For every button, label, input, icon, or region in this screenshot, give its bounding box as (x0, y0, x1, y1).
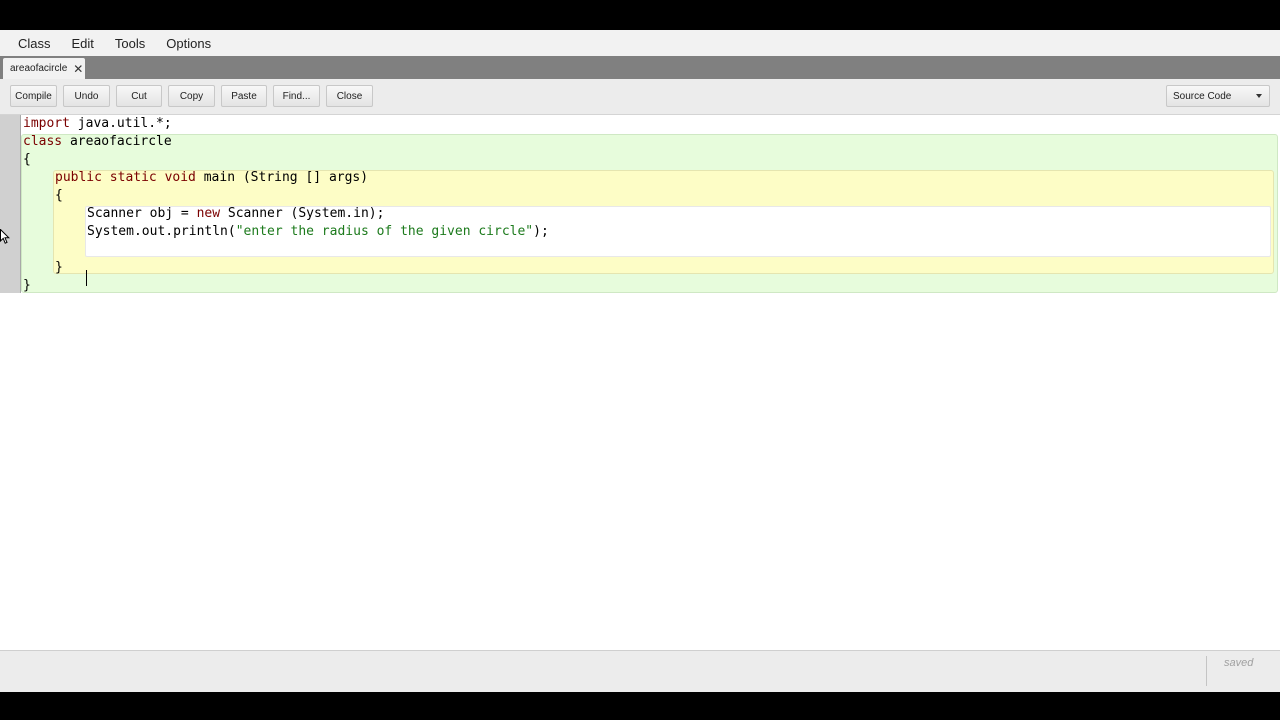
code-text: Scanner (System.in); (220, 206, 385, 221)
close-button[interactable]: Close (326, 85, 373, 107)
keyword: new (196, 206, 221, 221)
mouse-pointer-icon (0, 229, 10, 244)
keyword: class (23, 134, 63, 149)
find-button[interactable]: Find... (273, 85, 320, 107)
paste-button[interactable]: Paste (221, 85, 267, 107)
code-line-3: { (23, 152, 31, 167)
menu-bar: Class Edit Tools Options (0, 30, 1280, 56)
code-line-2: class areaofacircle (23, 133, 172, 151)
dropdown-caret-icon (1256, 94, 1262, 98)
text-caret (86, 270, 87, 286)
menu-edit[interactable]: Edit (72, 36, 94, 51)
view-mode-value: Source Code (1173, 90, 1232, 102)
close-icon[interactable]: ✕ (73, 63, 83, 75)
code-text: ); (533, 224, 549, 239)
toolbar: Compile Undo Cut Copy Paste Find... Clos… (0, 79, 1280, 115)
status-divider (1206, 656, 1207, 686)
editor-window: Class Edit Tools Options areaofacircle ✕… (0, 30, 1280, 692)
undo-button[interactable]: Undo (63, 85, 110, 107)
code-line-7: System.out.println("enter the radius of … (87, 223, 549, 241)
menu-class[interactable]: Class (18, 36, 51, 51)
code-text: java.util.*; (69, 116, 172, 131)
status-bar: saved (0, 650, 1280, 692)
string-literal: "enter the radius of the given circle" (235, 224, 534, 239)
save-status: saved (1224, 657, 1254, 669)
tab-strip: areaofacircle ✕ (0, 56, 1280, 79)
compile-button[interactable]: Compile (10, 85, 57, 107)
code-line-4: public static void main (String [] args) (55, 169, 368, 187)
tab-areaofacircle[interactable]: areaofacircle ✕ (3, 58, 85, 79)
code-text: Scanner obj = (87, 206, 197, 221)
code-line-9: } (55, 260, 63, 275)
editor-gutter[interactable] (0, 115, 21, 293)
code-text: main (String [] args) (195, 170, 369, 185)
keyword: import (23, 116, 70, 131)
copy-button[interactable]: Copy (168, 85, 215, 107)
cut-button[interactable]: Cut (116, 85, 162, 107)
menu-tools[interactable]: Tools (115, 36, 145, 51)
code-line-5: { (55, 188, 63, 203)
code-line-10: } (23, 278, 31, 293)
code-text: areaofacircle (62, 134, 172, 149)
view-mode-select[interactable]: Source Code (1166, 85, 1270, 107)
code-editor[interactable]: import java.util.*; class areaofacircle … (0, 115, 1280, 650)
keyword: public static void (55, 170, 196, 185)
menu-options[interactable]: Options (166, 36, 211, 51)
code-line-6: Scanner obj = new Scanner (System.in); (87, 205, 384, 223)
code-text: System.out.println( (87, 224, 236, 239)
tab-label: areaofacircle (10, 63, 68, 74)
code-line-1: import java.util.*; (23, 115, 172, 133)
